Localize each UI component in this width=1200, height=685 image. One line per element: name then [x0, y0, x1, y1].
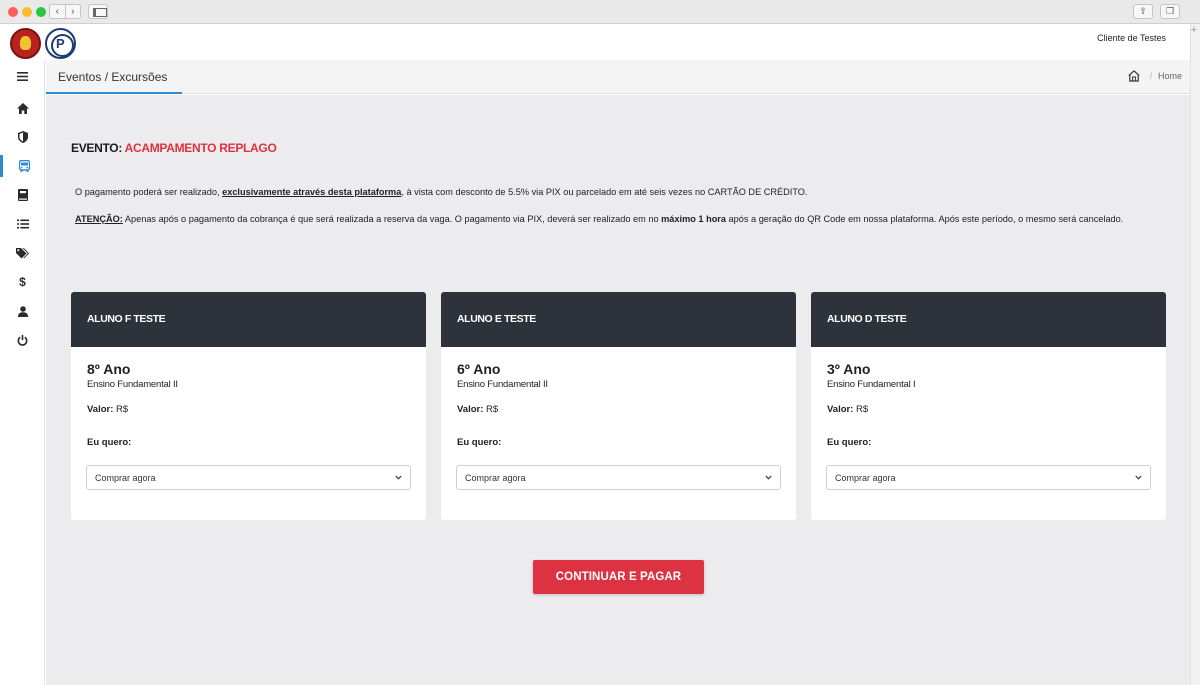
- event-label: EVENTO:: [71, 141, 123, 155]
- student-grade: 3º Ano: [827, 361, 871, 377]
- active-tab-underline: [46, 92, 182, 94]
- main-content: EVENTO: ACAMPAMENTO REPLAGO O pagamento …: [46, 95, 1190, 685]
- browser-sidebar-button[interactable]: [88, 4, 108, 19]
- share-icon[interactable]: ⇧: [1133, 4, 1153, 19]
- page-title: Eventos / Excursões: [58, 70, 168, 84]
- school-crest-logo: [10, 28, 41, 59]
- price-row: Valor: R$: [827, 404, 868, 415]
- purchase-option-value: Comprar agora: [95, 473, 156, 483]
- app-topbar: Cliente de Testes: [0, 24, 1190, 60]
- attention-emphasis: máximo 1 hora: [661, 214, 726, 224]
- attention-label: ATENÇÃO:: [75, 214, 123, 224]
- student-name: ALUNO D TESTE: [827, 313, 907, 325]
- price-label: Valor:: [87, 404, 114, 415]
- minimize-window-button[interactable]: [22, 7, 32, 17]
- student-card: ALUNO D TESTE 3º Ano Ensino Fundamental …: [811, 292, 1166, 520]
- student-level: Ensino Fundamental I: [827, 379, 916, 390]
- price-label: Valor:: [457, 404, 484, 415]
- student-card: ALUNO F TESTE 8º Ano Ensino Fundamental …: [71, 292, 426, 520]
- event-heading: EVENTO: ACAMPAMENTO REPLAGO: [71, 141, 277, 155]
- price-value: R$: [856, 404, 869, 415]
- purchase-option-select[interactable]: Comprar agora: [826, 465, 1151, 490]
- book-icon[interactable]: [0, 184, 45, 206]
- payment-info: O pagamento poderá ser realizado, exclus…: [75, 185, 1165, 200]
- student-name: ALUNO F TESTE: [87, 313, 166, 325]
- want-label: Eu quero:: [87, 437, 132, 448]
- student-name: ALUNO E TESTE: [457, 313, 536, 325]
- student-level: Ensino Fundamental II: [457, 379, 548, 390]
- price-label: Valor:: [827, 404, 854, 415]
- shield-icon[interactable]: [0, 126, 45, 148]
- list-icon[interactable]: [0, 213, 45, 235]
- chevron-right-icon[interactable]: ›: [66, 5, 81, 18]
- student-card-header: ALUNO D TESTE: [811, 292, 1166, 347]
- close-window-button[interactable]: [8, 7, 18, 17]
- bus-icon[interactable]: [0, 155, 45, 177]
- breadcrumb-separator: /: [1149, 71, 1152, 81]
- purchase-option-value: Comprar agora: [465, 473, 526, 483]
- tabs-overview-icon[interactable]: ❐: [1160, 4, 1180, 19]
- left-sidebar: $: [0, 60, 45, 685]
- student-card-header: ALUNO E TESTE: [441, 292, 796, 347]
- student-card: ALUNO E TESTE 6º Ano Ensino Fundamental …: [441, 292, 796, 520]
- attention-pre: Apenas após o pagamento da cobrança é qu…: [122, 214, 662, 224]
- chevron-left-icon[interactable]: ‹: [50, 5, 66, 18]
- dollar-icon[interactable]: $: [0, 271, 45, 293]
- price-value: R$: [116, 404, 129, 415]
- price-row: Valor: R$: [457, 404, 498, 415]
- chevron-down-icon: [1135, 475, 1142, 480]
- student-card-header: ALUNO F TESTE: [71, 292, 426, 347]
- chevron-down-icon: [395, 475, 402, 480]
- payment-info-pre: O pagamento poderá ser realizado,: [75, 187, 223, 197]
- purchase-option-value: Comprar agora: [835, 473, 896, 483]
- attention-post: após a geração do QR Code em nossa plata…: [726, 214, 1124, 224]
- page-scrollbar[interactable]: [1190, 24, 1200, 685]
- browser-toolbar: ‹ › ⇧ ❐: [0, 0, 1200, 24]
- power-icon[interactable]: [0, 329, 45, 351]
- platform-p-logo: [45, 28, 76, 59]
- price-row: Valor: R$: [87, 404, 128, 415]
- payment-info-emphasis: exclusivamente através desta plataforma: [222, 187, 402, 197]
- attention-info: ATENÇÃO: Apenas após o pagamento da cobr…: [75, 212, 1165, 227]
- tags-icon[interactable]: [0, 242, 45, 264]
- home-icon[interactable]: [0, 97, 45, 119]
- page-header: Eventos / Excursões / Home: [46, 60, 1190, 94]
- history-nav: ‹ ›: [49, 4, 81, 19]
- user-icon[interactable]: [0, 300, 45, 322]
- event-name: ACAMPAMENTO REPLAGO: [124, 141, 277, 155]
- student-grade: 6º Ano: [457, 361, 501, 377]
- payment-info-post: , à vista com desconto de 5.5% via PIX o…: [401, 187, 808, 197]
- user-name[interactable]: Cliente de Testes: [1097, 33, 1166, 43]
- chevron-down-icon: [765, 475, 772, 480]
- continue-pay-button[interactable]: CONTINUAR E PAGAR: [533, 560, 704, 594]
- purchase-option-select[interactable]: Comprar agora: [86, 465, 411, 490]
- purchase-option-select[interactable]: Comprar agora: [456, 465, 781, 490]
- breadcrumb-home-icon[interactable]: [1128, 70, 1140, 82]
- student-level: Ensino Fundamental II: [87, 379, 178, 390]
- zoom-window-button[interactable]: [36, 7, 46, 17]
- want-label: Eu quero:: [827, 437, 872, 448]
- price-value: R$: [486, 404, 499, 415]
- want-label: Eu quero:: [457, 437, 502, 448]
- breadcrumb-home-link[interactable]: Home: [1158, 71, 1182, 81]
- menu-icon[interactable]: [0, 65, 45, 87]
- student-grade: 8º Ano: [87, 361, 131, 377]
